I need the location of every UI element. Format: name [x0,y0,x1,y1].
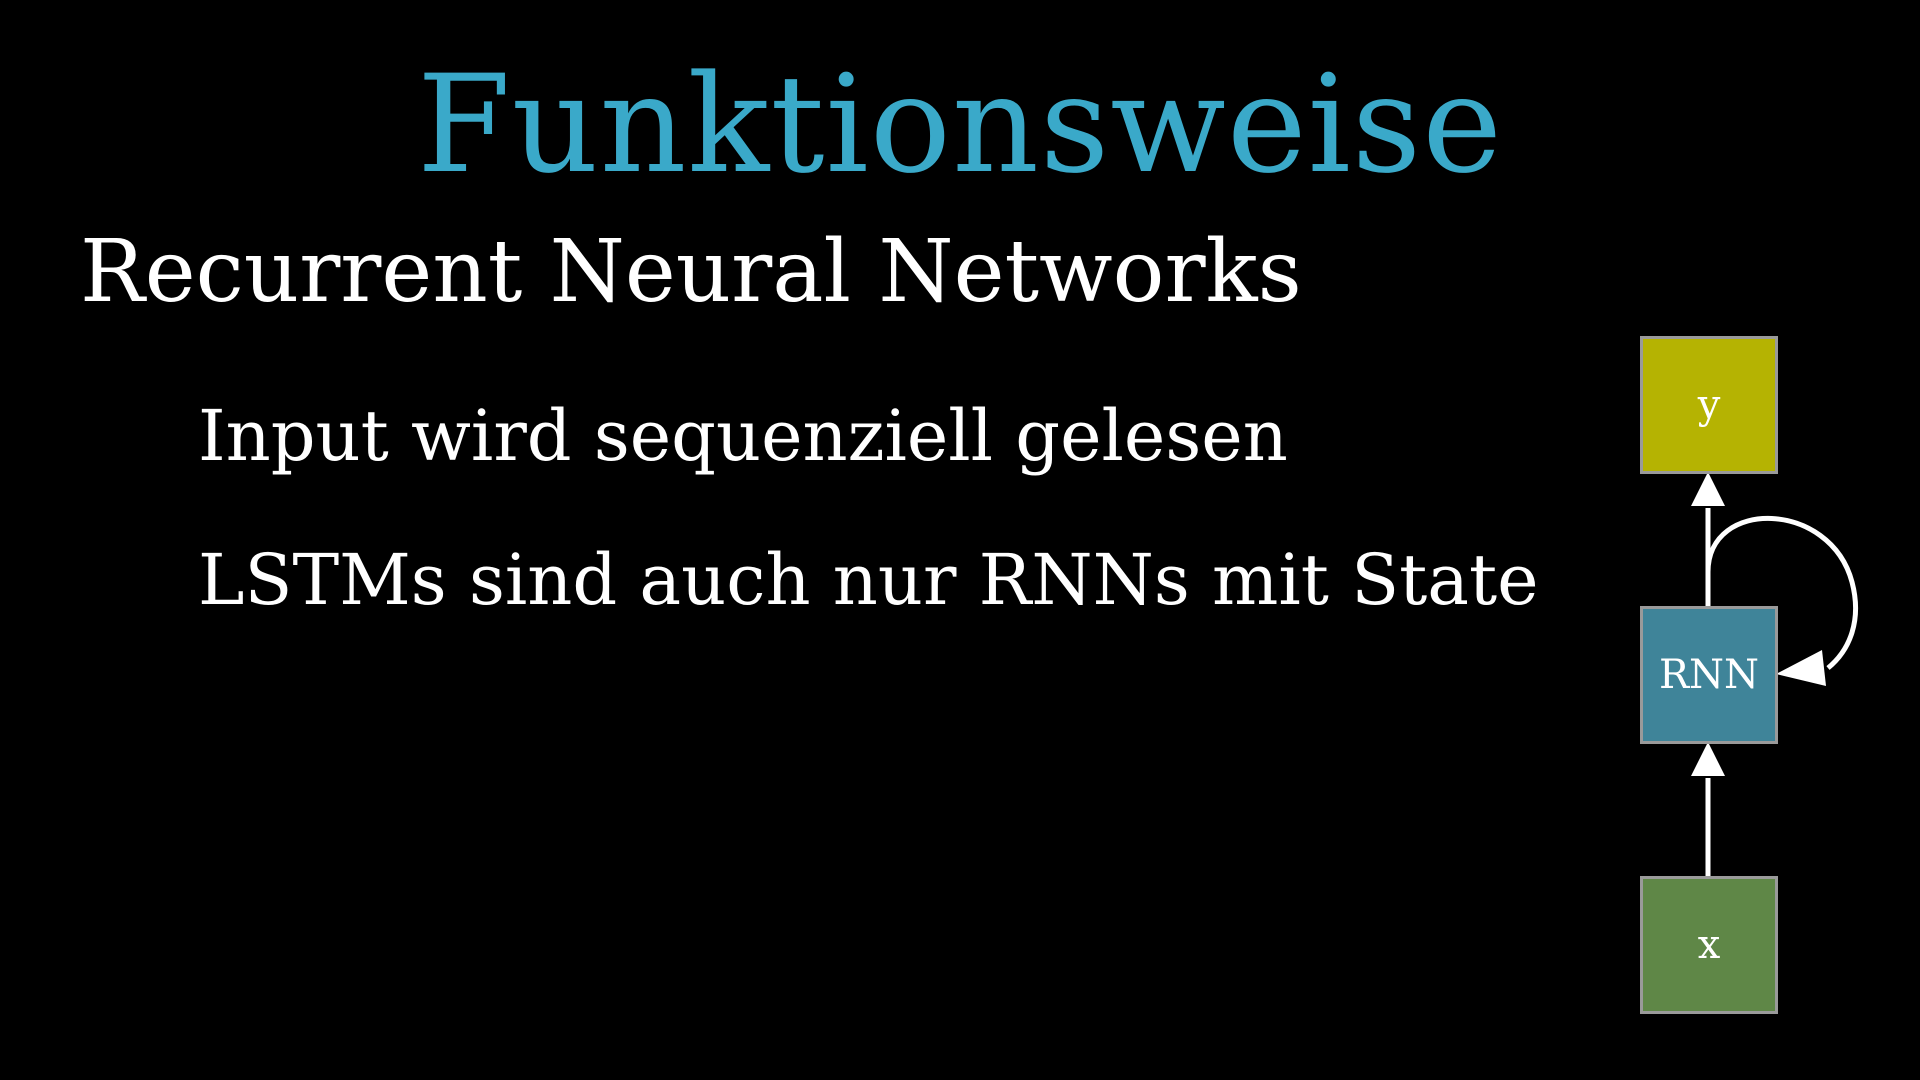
output-node-label: y [1697,382,1721,428]
input-node-x: x [1640,876,1778,1014]
output-node-y: y [1640,336,1778,474]
arrowhead-x-to-rnn [1691,742,1725,776]
bullet-item: LSTMs sind auch nur RNNs mit State [198,539,1539,621]
bullet-item: Input wird sequenziell gelesen [198,395,1288,477]
rnn-node: RNN [1640,606,1778,744]
slide-title: Funktionsweise [416,46,1504,203]
rnn-diagram: y RNN x [1600,320,1900,1040]
slide: Funktionsweise Recurrent Neural Networks… [0,0,1920,1080]
section-heading: Recurrent Neural Networks [80,222,1302,322]
arrowhead-rnn-to-y [1691,472,1725,506]
input-node-label: x [1697,922,1721,968]
self-loop-arrowhead [1776,650,1826,686]
rnn-node-label: RNN [1658,652,1760,698]
